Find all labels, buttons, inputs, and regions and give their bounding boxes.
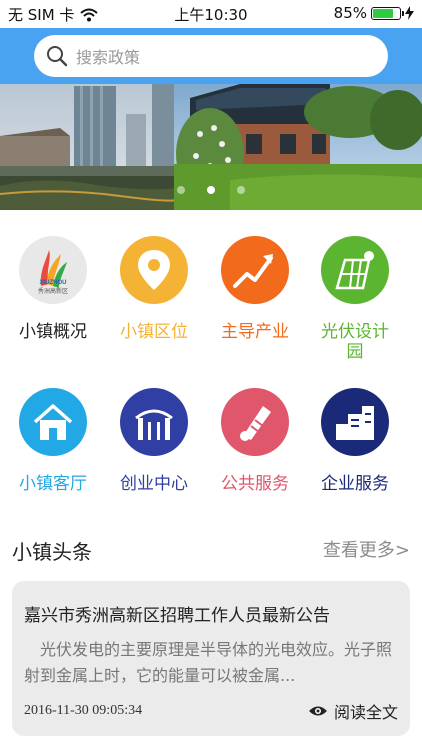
- pager-dot[interactable]: [177, 186, 185, 194]
- gate-icon: [120, 388, 188, 456]
- search-placeholder[interactable]: 搜索政策: [76, 44, 140, 68]
- grid-item-location[interactable]: 小镇区位: [109, 236, 199, 342]
- grid-label: 公共服务: [221, 474, 289, 494]
- news-summary: 光伏发电的主要原理是半导体的光电效应。光子照射到金属上时，它的能量可以被金属..…: [24, 640, 393, 685]
- grid-item-pv-park[interactable]: 光伏设计园: [310, 236, 400, 362]
- read-full-label[interactable]: 阅读全文: [334, 699, 398, 723]
- search-icon: [47, 46, 68, 67]
- grid-label: 光伏设计园: [321, 322, 389, 362]
- solar-panel-icon: [321, 236, 389, 304]
- grid-item-public-service[interactable]: 公共服务: [210, 388, 300, 494]
- battery-fill: [373, 8, 393, 18]
- logo-text-bottom: 秀洲高新区: [38, 287, 68, 295]
- grid-item-enterprise-service[interactable]: 企业服务: [310, 388, 400, 494]
- logo-text-top: XIUZHOU: [40, 280, 67, 286]
- grid-label: 企业服务: [321, 474, 389, 494]
- scroll-icon: [221, 388, 289, 456]
- building-icon: [321, 388, 389, 456]
- status-bar: 无 SIM 卡 上午10:30 85%: [0, 0, 422, 28]
- banner-carousel[interactable]: [0, 84, 422, 210]
- logo-icon: XIUZHOU 秀洲高新区: [19, 236, 87, 304]
- news-date: 2016-11-30 09:05:34: [24, 703, 143, 718]
- location-pin-icon: [120, 236, 188, 304]
- battery-cap: [402, 10, 404, 16]
- grid-label: 小镇概况: [19, 322, 87, 342]
- grid-label: 小镇区位: [120, 322, 188, 342]
- news-section-header: 小镇头条 查看更多>: [0, 532, 422, 566]
- grid-label: 创业中心: [120, 474, 188, 494]
- charging-bolt-icon: [405, 6, 414, 20]
- pager-dot[interactable]: [237, 186, 245, 194]
- news-headline[interactable]: 嘉兴市秀洲高新区招聘工作人员最新公告: [24, 601, 330, 626]
- search-header: 搜索政策: [0, 28, 422, 84]
- eye-icon: [308, 706, 327, 716]
- news-section-title: 小镇头条: [12, 540, 92, 564]
- search-bar[interactable]: 搜索政策: [34, 35, 388, 77]
- banner-pager[interactable]: [0, 186, 422, 194]
- read-full-button[interactable]: 阅读全文: [308, 699, 398, 723]
- house-icon: [19, 388, 87, 456]
- grid-item-industry[interactable]: 主导产业: [210, 236, 300, 342]
- pager-dot-active[interactable]: [207, 186, 215, 194]
- battery-icon: [371, 6, 404, 20]
- grid-label: 小镇客厅: [19, 474, 87, 494]
- battery-percent: 85%: [333, 4, 367, 22]
- grid-item-overview[interactable]: XIUZHOU 秀洲高新区 小镇概况: [8, 236, 98, 342]
- grid-item-startup[interactable]: 创业中心: [109, 388, 199, 494]
- status-right: 85%: [334, 4, 414, 22]
- grid-label: 主导产业: [221, 322, 289, 342]
- news-card[interactable]: 嘉兴市秀洲高新区招聘工作人员最新公告 光伏发电的主要原理是半导体的光电效应。光子…: [12, 581, 410, 736]
- grid-item-lounge[interactable]: 小镇客厅: [8, 388, 98, 494]
- trend-chart-icon: [221, 236, 289, 304]
- view-more-link[interactable]: 查看更多>: [323, 536, 410, 562]
